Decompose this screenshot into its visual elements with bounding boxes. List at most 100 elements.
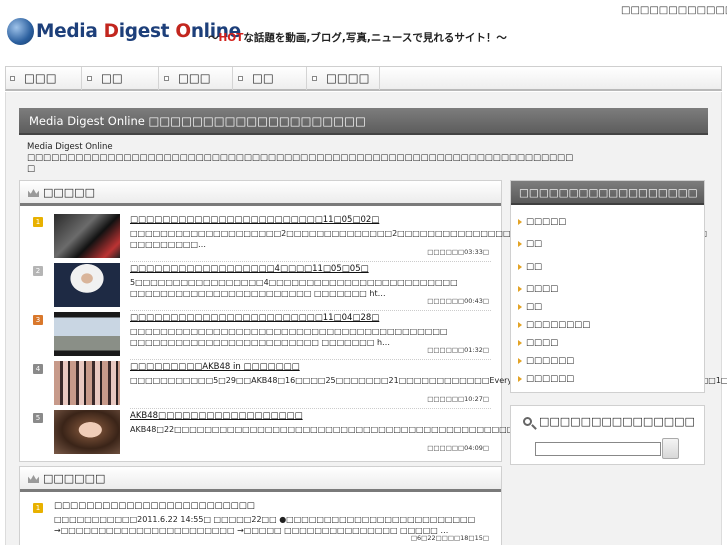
logo-part-igest: igest <box>118 21 176 42</box>
list-item[interactable]: 1 □□□□□□□□□□□□□□□□□□□□□□□□□ □□□□□□□□□□□2… <box>20 500 501 545</box>
search-input[interactable] <box>535 442 661 456</box>
sidebar-item-label: □□□□□□ <box>526 374 575 384</box>
ranking-panel: □□□□□ 1 □□□□□□□□□□□□□□□□□□□□□□□□11□05□02… <box>19 180 727 462</box>
sidebar-item-label: □□□□ <box>526 338 559 348</box>
nav-item-label: □□□ <box>24 71 57 85</box>
item-timestamp: □□□□□□03:33□ <box>427 248 489 256</box>
video-thumbnail[interactable] <box>54 410 120 454</box>
tagline-post: な話題を動画,ブログ,写真,ニュースで見れるサイト！〜 <box>243 32 507 44</box>
nav-item-3[interactable]: □□□ <box>160 67 233 90</box>
item-title-link[interactable]: □□□□□□□□□□□□□□□□□□4□□□□11□05□05□ <box>130 264 369 274</box>
sidebar-item-label: □□□□□□□□ <box>526 320 591 330</box>
bullet-icon <box>238 76 243 81</box>
arrow-icon <box>518 286 522 292</box>
arrow-icon <box>518 219 522 225</box>
search-button[interactable] <box>662 438 679 459</box>
site-header: Media Digest Online 〜HOTな話題を動画,ブログ,写真,ニュ… <box>0 0 727 62</box>
bullet-icon <box>164 76 169 81</box>
globe-icon[interactable] <box>7 18 34 45</box>
nav-item-1[interactable]: □□□ <box>6 67 82 90</box>
nav-item-4[interactable]: □□ <box>234 67 307 90</box>
search-title: □□□□□□□□□□□□□□□ <box>539 415 695 428</box>
divider <box>130 359 491 360</box>
sidebar-item-label: □□□□□□ <box>526 356 575 366</box>
arrow-icon <box>518 304 522 310</box>
search-panel: □□□□□□□□□□□□□□□ <box>510 405 705 465</box>
video-thumbnail[interactable] <box>54 361 120 405</box>
sidebar-item[interactable]: □□□□□□□□ <box>518 320 590 330</box>
list-item[interactable]: 5 AKB48□□□□□□□□□□□□□□□□□□ AKB48□22□□□□□□… <box>20 410 689 458</box>
video-thumbnail[interactable] <box>54 312 120 356</box>
nav-item-label: □□□ <box>178 71 211 85</box>
item-timestamp: □6□22□□□□18□15□ <box>410 534 489 542</box>
tagline-hot: HOT <box>218 32 244 44</box>
item-description: □□□□□□□□□□□□□□□□□□□□2□□□□□□□□□□□□□□2□□□□… <box>130 229 708 249</box>
arrow-icon <box>518 241 522 247</box>
item-title-link[interactable]: □□□□□□□□□□□□□□□□□□□□□□□□□ <box>54 501 255 511</box>
rank-badge: 3 <box>33 315 43 325</box>
nav-item-label: □□□□ <box>326 71 370 85</box>
bullet-icon <box>10 76 15 81</box>
news-panel: □□□□□□ 1 □□□□□□□□□□□□□□□□□□□□□□□□□ □□□□□… <box>19 466 502 545</box>
crown-icon <box>28 475 39 483</box>
sidebar-item-label: □□□□□ <box>526 217 567 227</box>
list-item[interactable]: 2 □□□□□□□□□□□□□□□□□□4□□□□11□05□05□ 5□□□□… <box>20 263 501 311</box>
nav-item-label: □□ <box>252 71 274 85</box>
arrow-icon <box>518 264 522 270</box>
rank-badge: 2 <box>33 266 43 276</box>
item-title-link[interactable]: AKB48□□□□□□□□□□□□□□□□□□ <box>130 411 303 421</box>
ranking-panel-header: □□□□□ <box>20 181 501 206</box>
rank-badge: 1 <box>33 503 43 513</box>
sidebar-item[interactable]: □□□□□ <box>518 217 566 227</box>
nav-item-2[interactable]: □□ <box>83 67 159 90</box>
item-description: □□□□□□□□□□□□□□□□□□□□□□□□□□□□□□□□□□□□□□□□… <box>130 327 448 347</box>
sidebar-item[interactable]: □□□□ <box>518 338 558 348</box>
header-top-link[interactable]: □□□□□□□□□□□□□□ <box>621 5 727 16</box>
item-description: 5□□□□□□□□□□□□□□□□□4□□□□□□□□□□□□□□□□□□□□□… <box>130 278 458 298</box>
sidebar-item[interactable]: □□□□ <box>518 284 558 294</box>
item-description: □□□□□□□□□□□2011.6.22 14:55□ □□□□□22□□ ●□… <box>54 515 476 535</box>
arrow-icon <box>518 322 522 328</box>
page-title: Media Digest Online □□□□□□□□□□□□□□□□□□□□ <box>19 108 708 135</box>
main-nav: □□□ □□ □□□ □□ □□□□ <box>5 66 722 91</box>
bullet-icon <box>87 76 92 81</box>
sidebar-item-label: □□□□ <box>526 284 559 294</box>
item-title-link[interactable]: □□□□□□□□□□□□□□□□□□□□□□□□11□05□02□ <box>130 215 379 225</box>
bullet-icon <box>312 76 317 81</box>
sidebar-item[interactable]: □□□□□□ <box>518 356 574 366</box>
site-tagline: 〜HOTな話題を動画,ブログ,写真,ニュースで見れるサイト！〜 <box>208 30 507 45</box>
item-timestamp: □□□□□□01:32□ <box>427 346 489 354</box>
arrow-icon <box>518 358 522 364</box>
sidebar-item-label: □□ <box>526 302 543 312</box>
list-item[interactable]: 4 □□□□□□□□□AKB48 in □□□□□□□ □□□□□□□□□□□5… <box>20 361 727 409</box>
tagline-pre: 〜 <box>208 32 219 44</box>
list-item[interactable]: 1 □□□□□□□□□□□□□□□□□□□□□□□□11□05□02□ □□□□… <box>20 214 708 262</box>
logo-part-media: Media <box>36 21 104 42</box>
arrow-icon <box>518 376 522 382</box>
item-title-link[interactable]: □□□□□□□□□AKB48 in □□□□□□□ <box>130 362 300 372</box>
item-timestamp: □□□□□□00:43□ <box>427 297 489 305</box>
news-panel-header: □□□□□□ <box>20 467 501 492</box>
sidebar-item-label: □□ <box>526 262 543 272</box>
item-description: AKB48□22□□□□□□□□□□□□□□□□□□□□□□□□□□□□□□□□… <box>130 425 689 434</box>
crown-icon <box>28 189 39 197</box>
sidebar-item[interactable]: □□ <box>518 239 542 249</box>
rank-badge: 1 <box>33 217 43 227</box>
sidebar-item[interactable]: □□□□□□ <box>518 374 574 384</box>
sidebar-item-label: □□ <box>526 239 543 249</box>
rank-badge: 4 <box>33 364 43 374</box>
intro-text: Media Digest Online □□□□□□□□□□□□□□□□□□□□… <box>27 142 574 174</box>
nav-item-5[interactable]: □□□□ <box>308 67 380 90</box>
list-item[interactable]: 3 □□□□□□□□□□□□□□□□□□□□□□□□11□04□28□ □□□□… <box>20 312 501 360</box>
divider <box>130 310 491 311</box>
video-thumbnail[interactable] <box>54 214 120 258</box>
category-panel: □□□□□□□□□□□□□□□□□□ □□□□□ □□ □□ □□□□ □□ □… <box>510 180 705 393</box>
search-icon <box>523 417 532 426</box>
video-thumbnail[interactable] <box>54 263 120 307</box>
sidebar-item[interactable]: □□ <box>518 262 542 272</box>
sidebar-item[interactable]: □□ <box>518 302 542 312</box>
category-panel-title: □□□□□□□□□□□□□□□□□□ <box>511 181 704 205</box>
item-timestamp: □□□□□□10:27□ <box>427 395 489 403</box>
item-title-link[interactable]: □□□□□□□□□□□□□□□□□□□□□□□□11□04□28□ <box>130 313 379 323</box>
arrow-icon <box>518 340 522 346</box>
